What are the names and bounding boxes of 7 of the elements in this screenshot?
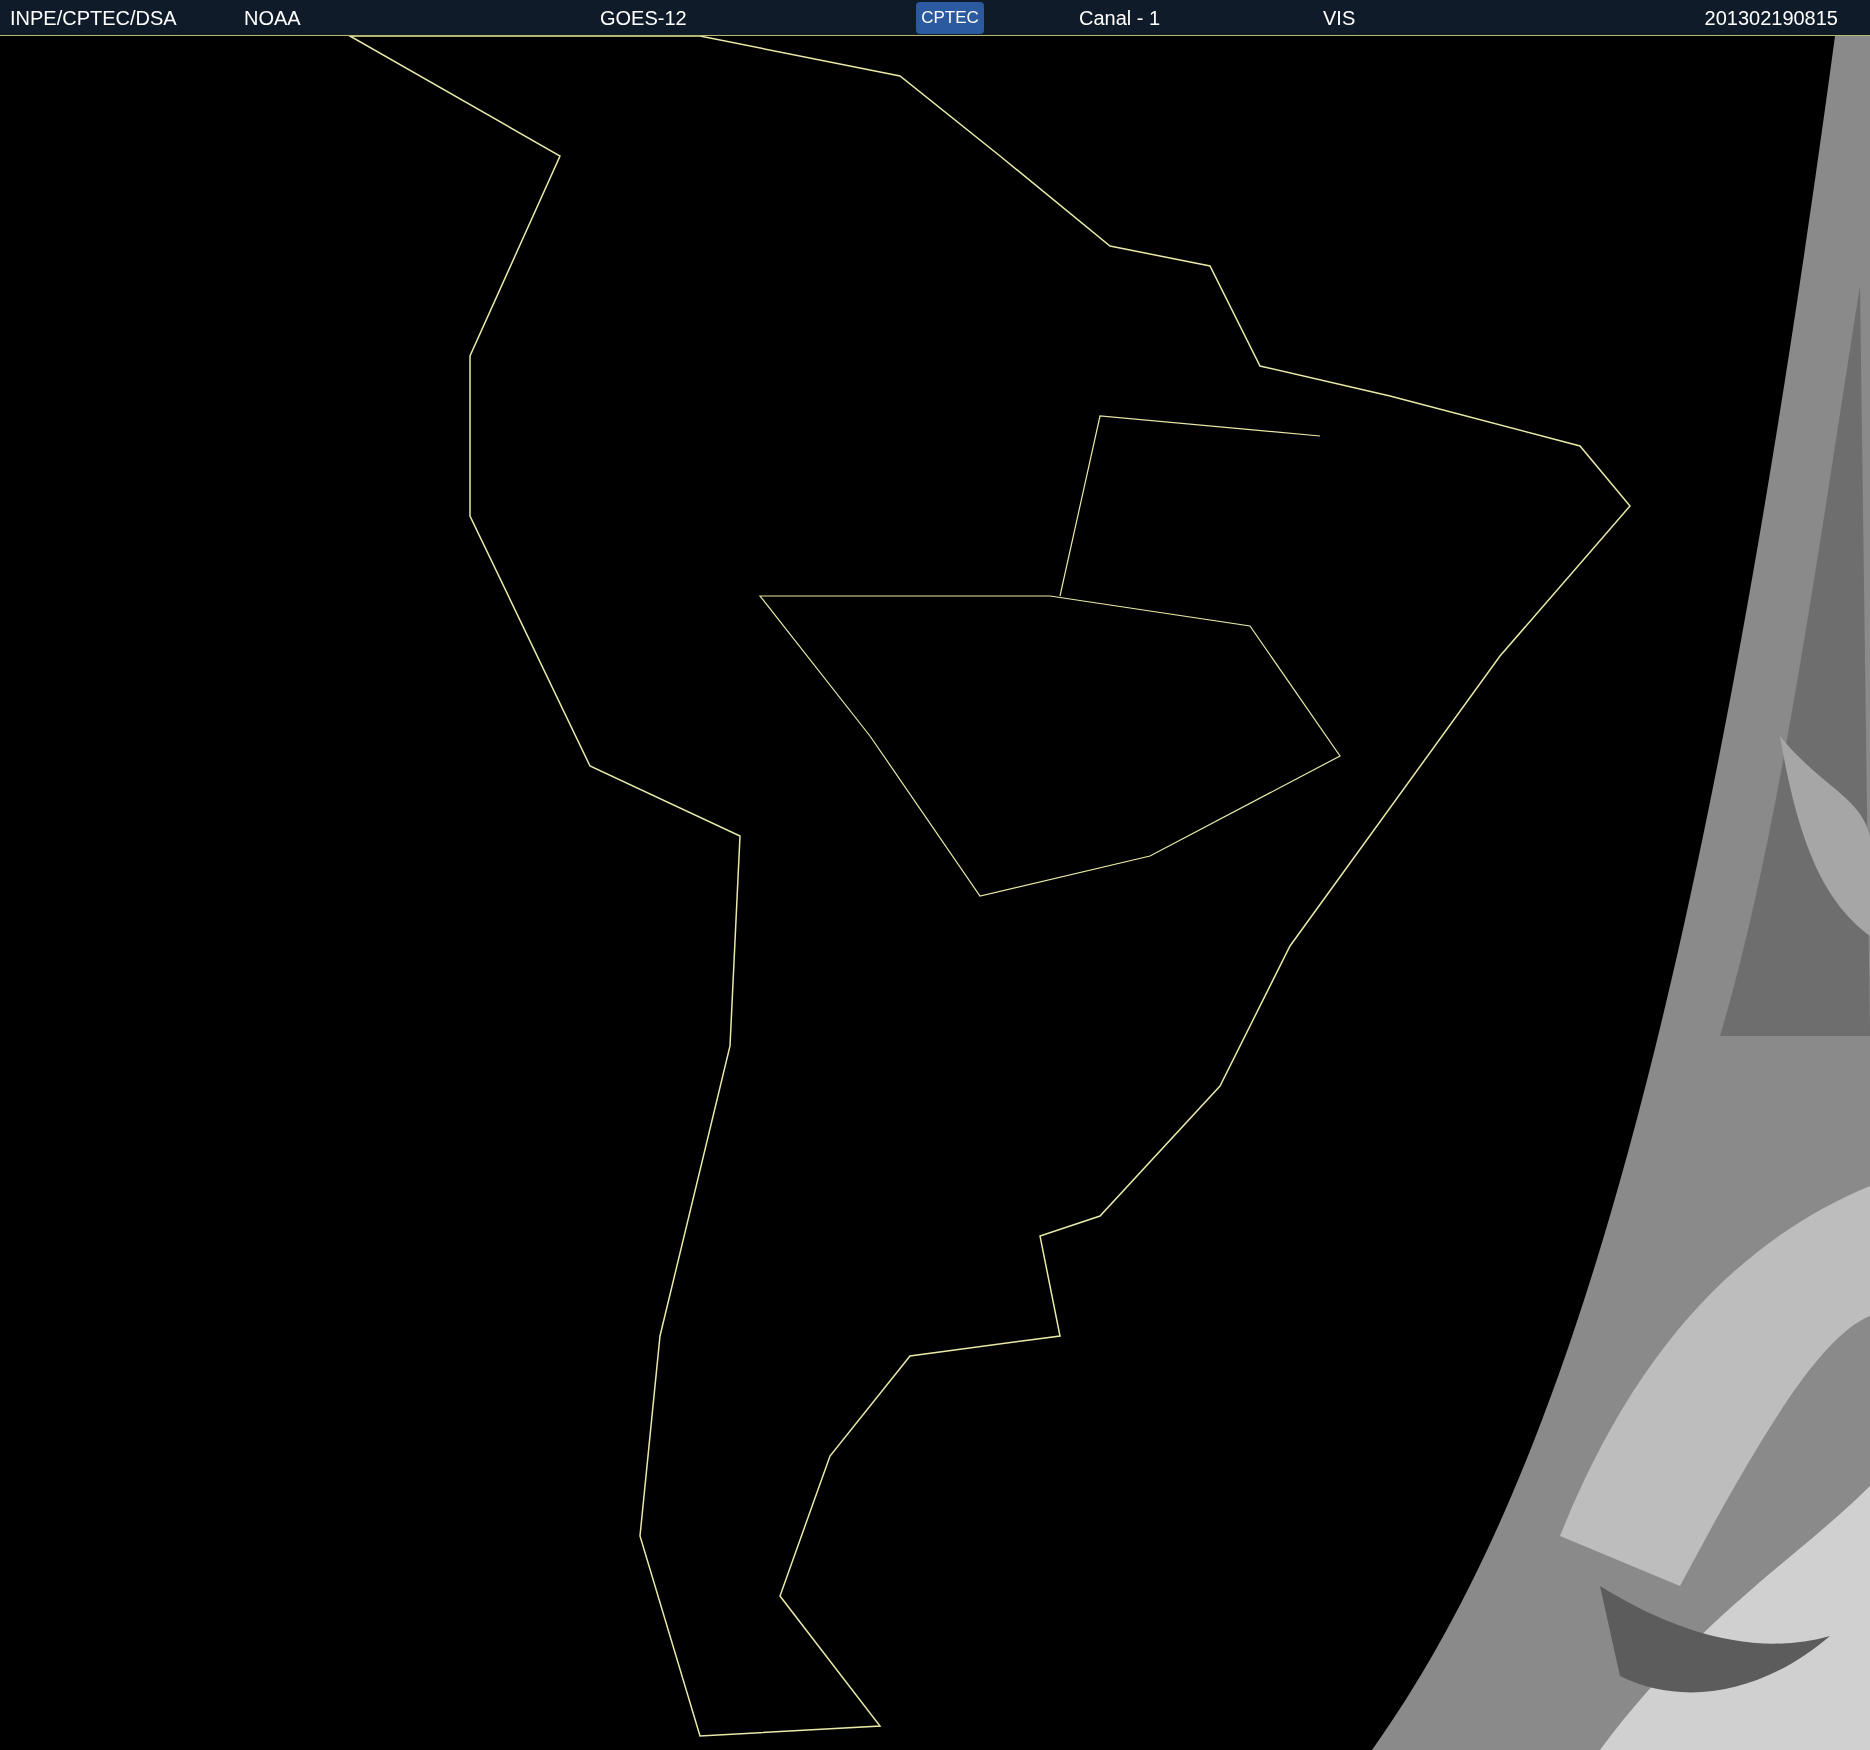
satellite-label: GOES-12 — [600, 5, 688, 31]
source-label: INPE/CPTEC/DSA — [10, 5, 178, 31]
logo: CPTEC — [916, 1, 984, 34]
band-label: VIS — [1323, 5, 1356, 31]
timestamp-label: 201302190815 — [1704, 5, 1838, 31]
agency-label: NOAA — [244, 5, 302, 31]
channel-label: Canal - 1 — [1079, 5, 1162, 31]
